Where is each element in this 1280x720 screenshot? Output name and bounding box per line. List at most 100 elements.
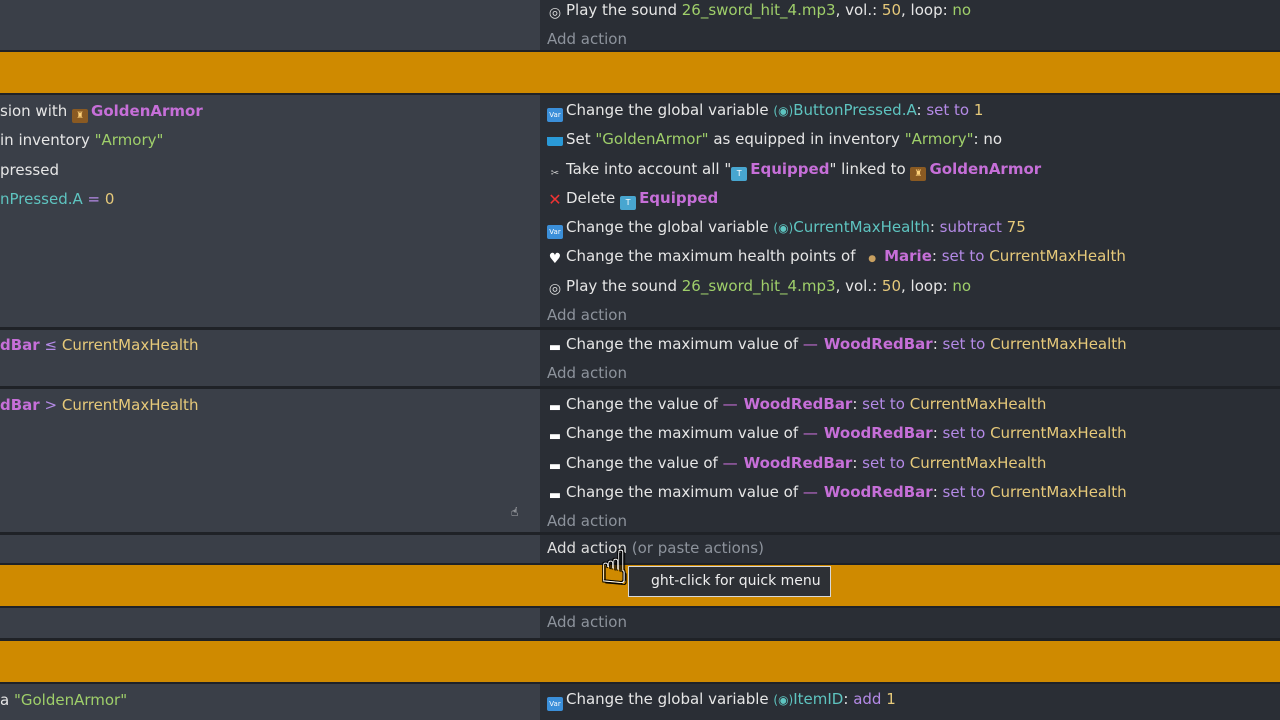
conditions-column[interactable] <box>0 608 540 638</box>
group-bar[interactable] <box>0 641 1280 682</box>
action-set-equipped[interactable]: Set "GoldenArmor" as equipped in invento… <box>547 125 1280 154</box>
add-action-link[interactable]: Add action (or paste actions) <box>547 534 1280 563</box>
text: Change the value of <box>566 453 723 472</box>
text: 0 <box>104 190 115 208</box>
conditions-column[interactable]: dBar ≤ CurrentMaxHealth <box>0 330 540 386</box>
action-change-bar[interactable]: ▬ Change the value of — WoodRedBar: set to… <box>547 449 1280 478</box>
add-action-link[interactable]: Add action <box>547 301 1280 330</box>
text: GoldenArmor <box>929 159 1042 178</box>
event-row: a "GoldenArmor" Var Change the global var… <box>0 684 1280 720</box>
action-change-variable[interactable]: Var Change the global variable (◉)ItemID:… <box>547 685 1280 714</box>
text: : <box>852 395 863 413</box>
event-row: ◎ Play the sound 26_sword_hit_4.mp3, vol.… <box>0 0 1280 50</box>
text: : no <box>973 130 1003 149</box>
text: no <box>952 276 972 295</box>
add-action-link[interactable]: Add action <box>547 25 1280 54</box>
actions-column[interactable]: Add action (or paste actions) <box>540 535 1280 563</box>
action-change-health[interactable]: ♥ Change the maximum health points of ● Ma… <box>547 242 1280 271</box>
text: " linked to <box>829 159 911 178</box>
inventory-icon <box>547 132 563 147</box>
action-change-bar[interactable]: ▬ Change the value of — WoodRedBar: set to… <box>547 390 1280 419</box>
action-change-variable[interactable]: Var Change the global variable (◉)Current… <box>547 213 1280 242</box>
text: Play the sound <box>566 276 682 295</box>
text: Equipped <box>750 159 830 178</box>
condition-compare-bar[interactable]: dBar > CurrentMaxHealth <box>0 391 198 420</box>
conditions-column[interactable]: dBar > CurrentMaxHealth <box>0 389 540 532</box>
action-play-sound[interactable]: ◎ Play the sound 26_sword_hit_4.mp3, vol.… <box>547 0 1280 25</box>
text: : <box>852 453 863 472</box>
text: add <box>853 690 882 708</box>
group-bar[interactable] <box>0 52 1280 93</box>
condition-variable[interactable]: nPressed.A = 0 <box>0 185 114 214</box>
text: , loop: <box>901 1 953 19</box>
text: 26_sword_hit_4.mp3 <box>681 276 836 295</box>
action-change-bar[interactable]: ▬ Change the maximum value of — WoodRedBar… <box>547 419 1280 448</box>
add-action-link[interactable]: Add action <box>547 608 1280 637</box>
event-row: dBar > CurrentMaxHealth ▬ Change the valu… <box>0 389 1280 532</box>
actions-column[interactable]: Var Change the global variable (◉)ItemID:… <box>540 684 1280 720</box>
text: 1 <box>886 690 896 708</box>
event-row: Add action (or paste actions) <box>0 535 1280 563</box>
text: Change the global variable <box>566 101 774 119</box>
golden-armor-icon: ♜ <box>72 109 89 123</box>
text: > <box>44 396 58 414</box>
action-play-sound[interactable]: ◎ Play the sound 26_sword_hit_4.mp3, vol.… <box>547 272 1280 301</box>
variable-icon: Var <box>547 225 563 240</box>
add-action-link[interactable]: Add action <box>547 507 1280 536</box>
bar-object-icon: — <box>722 395 738 413</box>
condition-item[interactable]: a "GoldenArmor" <box>0 686 127 715</box>
text: WoodRedBar <box>823 424 933 443</box>
condition-pressed[interactable]: pressed <box>0 156 59 185</box>
text: , vol.: <box>835 276 882 295</box>
text: pressed <box>0 161 59 179</box>
text: Take into account all " <box>566 159 732 178</box>
conditions-column[interactable] <box>0 0 540 50</box>
add-action-link[interactable]: Add action <box>547 359 1280 388</box>
text: sion with <box>0 102 73 120</box>
actions-column[interactable]: Var Change the global variable (◉)ButtonP… <box>540 95 1280 327</box>
text: a <box>0 691 14 709</box>
text: Change the value of <box>566 395 723 413</box>
text: 75 <box>1006 218 1026 237</box>
conditions-column[interactable] <box>0 535 540 563</box>
condition-compare-bar[interactable]: dBar ≤ CurrentMaxHealth <box>0 331 198 360</box>
actions-column[interactable]: Add action <box>540 608 1280 638</box>
condition-collision[interactable]: sion with ♜ GoldenArmor <box>0 97 203 126</box>
text: 50 <box>881 1 902 19</box>
text: set to <box>942 335 986 353</box>
delete-icon: ✕ <box>548 189 562 209</box>
text: (or paste actions) <box>631 539 764 557</box>
condition-inventory[interactable]: in inventory "Armory" <box>0 126 163 155</box>
action-take-into-account[interactable]: ✂ Take into account all " T Equipped" linke… <box>547 155 1280 184</box>
global-variable-icon: (◉) <box>773 221 794 236</box>
actions-column[interactable]: ▬ Change the maximum value of — WoodRedBar… <box>540 330 1280 386</box>
event-row: sion with ♜ GoldenArmor in inventory "Arm… <box>0 95 1280 327</box>
action-change-variable[interactable]: Var Change the global variable (◉)ButtonP… <box>547 96 1280 125</box>
variable-icon: Var <box>547 697 563 711</box>
text: "GoldenArmor" <box>13 691 128 709</box>
global-variable-icon: (◉) <box>773 693 794 707</box>
text: 26_sword_hit_4.mp3 <box>681 1 836 19</box>
text: : <box>916 101 927 119</box>
action-change-max-value[interactable]: ▬ Change the maximum value of — WoodRedBar… <box>547 330 1280 359</box>
text: : <box>929 218 940 237</box>
text: set to <box>942 482 986 501</box>
bar-object-icon: — <box>802 482 818 501</box>
text: set to <box>941 247 985 266</box>
tooltip: ght-click for quick menu <box>628 566 831 597</box>
action-delete[interactable]: ✕ Delete T Equipped <box>547 184 1280 213</box>
text: GoldenArmor <box>91 102 203 120</box>
actions-column[interactable]: ▬ Change the value of — WoodRedBar: set to… <box>540 389 1280 532</box>
conditions-column[interactable]: sion with ♜ GoldenArmor in inventory "Arm… <box>0 95 540 327</box>
text: : <box>932 335 943 353</box>
text: dBar <box>0 336 40 354</box>
actions-column[interactable]: ◎ Play the sound 26_sword_hit_4.mp3, vol.… <box>540 0 1280 50</box>
conditions-column[interactable]: a "GoldenArmor" <box>0 684 540 720</box>
sound-icon: ◎ <box>548 5 562 21</box>
text: WoodRedBar <box>823 335 933 353</box>
text: 50 <box>881 276 902 295</box>
text: , loop: <box>901 276 953 295</box>
text: Play the sound <box>566 1 682 19</box>
text: nPressed.A <box>0 190 83 208</box>
action-change-bar[interactable]: ▬ Change the maximum value of — WoodRedBar… <box>547 478 1280 507</box>
